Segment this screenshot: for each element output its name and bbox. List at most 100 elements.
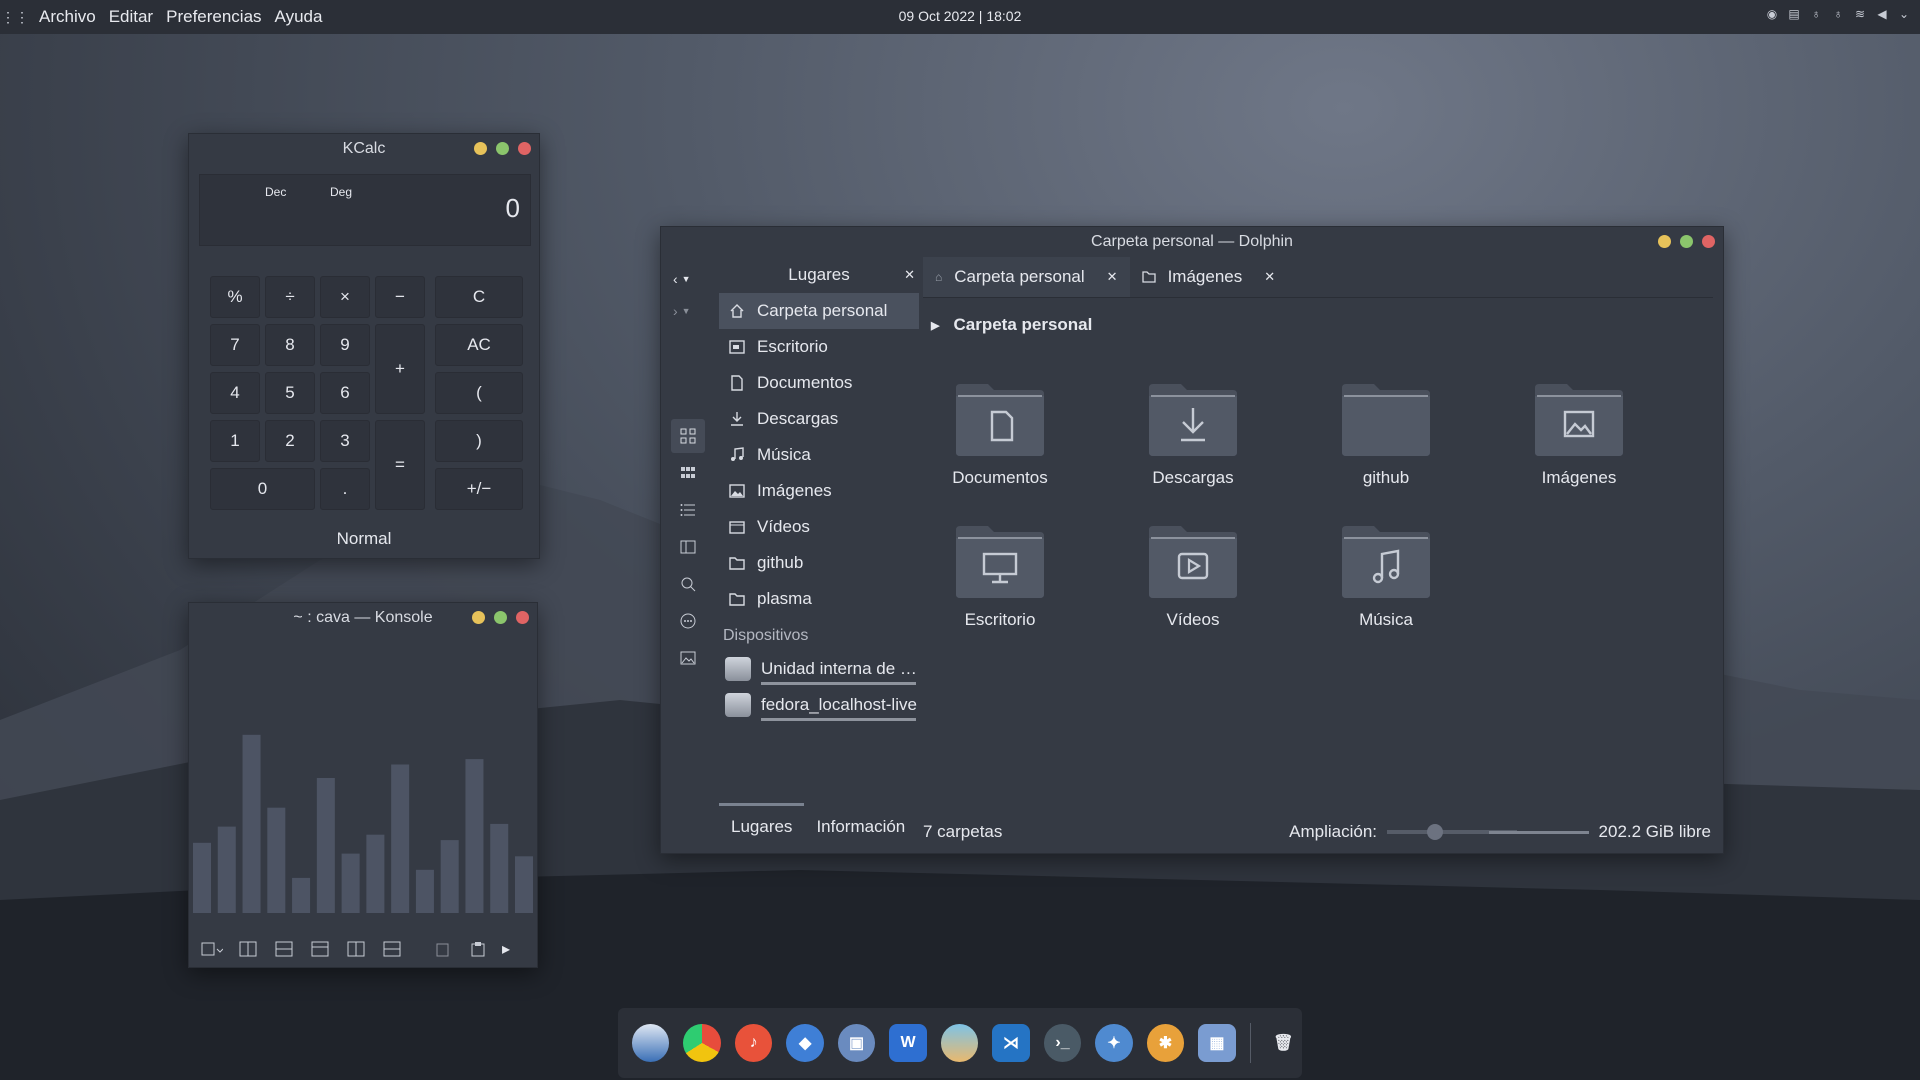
konsole-titlebar[interactable]: ~ : cava — Konsole [189,603,537,633]
back-button[interactable]: ‹ ▼ [673,269,707,289]
folder-videos[interactable]: Vídeos [1118,524,1268,630]
preview-icon[interactable] [671,641,705,675]
key-multiply[interactable]: × [320,276,370,318]
key-1[interactable]: 1 [210,420,260,462]
folder-documentos[interactable]: Documentos [925,382,1075,488]
place-descargas[interactable]: Descargas [719,401,919,437]
place-documentos[interactable]: Documentos [719,365,919,401]
dolphin-icon[interactable] [632,1024,670,1062]
key-9[interactable]: 9 [320,324,370,366]
minimize-button[interactable] [1658,235,1671,248]
device-fedora-live[interactable]: fedora_localhost-live [719,687,919,723]
maximize-button[interactable] [1680,235,1693,248]
tab-lugares[interactable]: Lugares [719,803,805,853]
media-icon[interactable]: ◉ [1766,7,1778,21]
dolphin-titlebar[interactable]: Carpeta personal — Dolphin [661,227,1723,257]
navigation-app-icon[interactable]: ◆ [786,1024,824,1062]
key-all-clear[interactable]: AC [435,324,523,366]
wifi-icon[interactable]: ≋ [1854,7,1866,21]
forward-button[interactable]: › ▼ [673,301,707,321]
menu-preferencias[interactable]: Preferencias [166,7,261,27]
device-internal-drive[interactable]: Unidad interna de … [719,651,919,687]
key-sign[interactable]: +/− [435,468,523,510]
tab-informacion[interactable]: Información [804,803,917,853]
details-view-icon[interactable] [671,493,705,527]
close-panel-icon[interactable]: ✕ [904,267,915,283]
trash-icon[interactable]: 🗑 [1265,1024,1302,1062]
place-github[interactable]: github [719,545,919,581]
network-app-icon[interactable]: ✦ [1095,1024,1133,1062]
remote-desktop-icon[interactable]: ▣ [837,1024,876,1062]
key-percent[interactable]: % [210,276,260,318]
menu-ayuda[interactable]: Ayuda [275,7,323,27]
chrome-icon[interactable] [683,1024,721,1062]
close-tab-icon[interactable]: ✕ [1107,269,1118,285]
tab-imagenes[interactable]: Imágenes ✕ [1130,257,1288,297]
split-horizontal-icon[interactable] [271,939,297,959]
close-button[interactable] [516,611,529,624]
key-clear[interactable]: C [435,276,523,318]
microphone-icon[interactable]: ♁ [1810,7,1822,21]
key-2[interactable]: 2 [265,420,315,462]
folder-imagenes[interactable]: Imágenes [1504,382,1654,488]
folder-descargas[interactable]: Descargas [1118,382,1268,488]
music-player-icon[interactable]: ♪ [734,1024,773,1062]
copy-icon[interactable] [429,939,455,959]
minimize-button[interactable] [472,611,485,624]
split-columns-icon[interactable] [343,939,369,959]
app-launcher-icon[interactable]: ⋮⋮ [1,6,29,28]
key-0[interactable]: 0 [210,468,315,510]
menu-editar[interactable]: Editar [109,7,153,27]
breadcrumb[interactable]: ▶ Carpeta personal [931,315,1092,335]
volume-icon[interactable]: ◀ [1876,7,1888,21]
key-decimal[interactable]: . [320,468,370,510]
place-imagenes[interactable]: Imágenes [719,473,919,509]
paste-icon[interactable] [465,939,491,959]
key-equals[interactable]: = [375,420,425,510]
maximize-button[interactable] [494,611,507,624]
split-view-icon[interactable] [671,530,705,564]
split-layout-icon[interactable] [307,939,333,959]
kcalc-titlebar[interactable]: KCalc [189,134,539,164]
place-escritorio[interactable]: Escritorio [719,329,919,365]
key-6[interactable]: 6 [320,372,370,414]
close-tab-icon[interactable]: ✕ [1264,269,1275,285]
key-5[interactable]: 5 [265,372,315,414]
place-carpeta-personal[interactable]: Carpeta personal [719,293,919,329]
settings-app-icon[interactable]: ✱ [1146,1024,1185,1062]
search-icon[interactable] [671,567,705,601]
place-plasma[interactable]: plasma [719,581,919,617]
folder-github[interactable]: github [1311,382,1461,488]
key-4[interactable]: 4 [210,372,260,414]
new-tab-icon[interactable] [199,939,225,959]
chevron-down-icon[interactable]: ⌄ [1898,7,1910,21]
place-videos[interactable]: Vídeos [719,509,919,545]
menu-archivo[interactable]: Archivo [39,7,96,27]
microphone-alt-icon[interactable]: ♁ [1832,7,1844,21]
icons-view-icon[interactable] [671,419,705,453]
folder-escritorio[interactable]: Escritorio [925,524,1075,630]
maximize-button[interactable] [496,142,509,155]
calc-mode-label[interactable]: Normal [189,529,539,549]
screenshot-app-icon[interactable]: ▦ [1198,1024,1236,1062]
place-musica[interactable]: Música [719,437,919,473]
clipboard-icon[interactable]: ▤ [1788,7,1800,21]
vscode-icon[interactable]: ⋊ [992,1024,1030,1062]
split-vertical-icon[interactable] [235,939,261,959]
key-right-paren[interactable]: ) [435,420,523,462]
image-viewer-icon[interactable] [940,1024,979,1062]
more-options-icon[interactable] [671,604,705,638]
compact-view-icon[interactable] [671,456,705,490]
split-rows-icon[interactable] [379,939,405,959]
key-8[interactable]: 8 [265,324,315,366]
zoom-slider-handle[interactable] [1427,824,1443,840]
writer-icon[interactable]: W [889,1024,927,1062]
key-minus[interactable]: − [375,276,425,318]
key-7[interactable]: 7 [210,324,260,366]
key-plus[interactable]: + [375,324,425,414]
close-button[interactable] [518,142,531,155]
tab-carpeta-personal[interactable]: ⌂ Carpeta personal ✕ [923,257,1130,297]
minimize-button[interactable] [474,142,487,155]
key-divide[interactable]: ÷ [265,276,315,318]
close-button[interactable] [1702,235,1715,248]
